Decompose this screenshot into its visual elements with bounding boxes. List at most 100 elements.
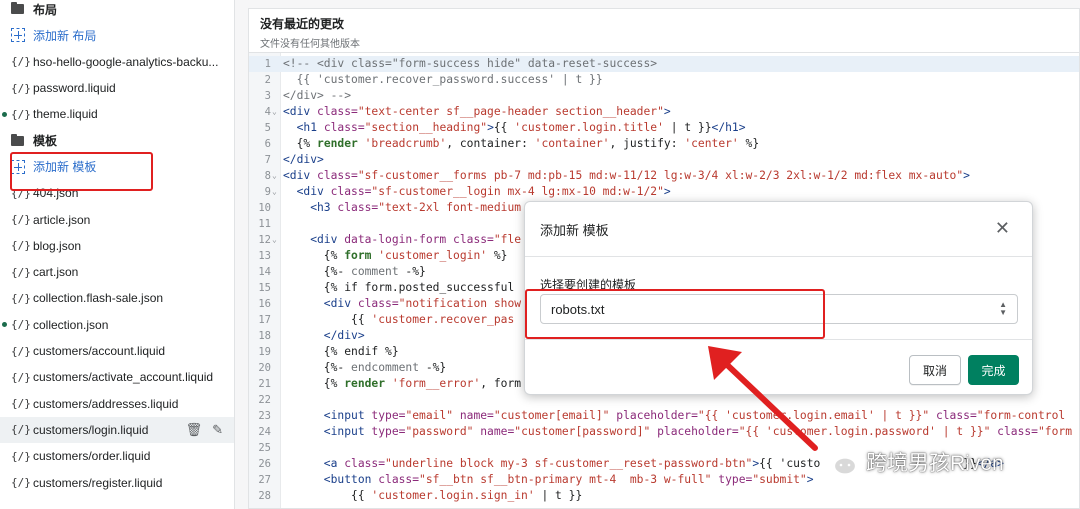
sidebar-add-1[interactable]: 添加新 布局 (0, 22, 234, 48)
code-line[interactable]: 4 ⌄ <div class="text-center sf__page-heade… (249, 104, 1079, 120)
code-line[interactable]: 5 <h1 class="section__heading">{{ 'custo… (249, 120, 1079, 136)
code-line[interactable]: 9 ⌄ <div class="sf-customer__login mx-4 l… (249, 184, 1079, 200)
select-highlight-box (525, 289, 825, 339)
code-text: {%- endcomment -%} (283, 361, 447, 374)
row-actions: 🗑 ✎ (186, 422, 223, 438)
modified-dot-icon (2, 111, 7, 117)
code-text: {{ 'customer.recover_pas (283, 313, 515, 326)
line-number: 26 (258, 458, 271, 470)
sidebar-file-collection-flash-sale-json[interactable]: {/} collection.flash-sale.json (0, 285, 234, 311)
line-number: 25 (258, 442, 271, 454)
sidebar-file-collection-json[interactable]: {/} collection.json (0, 312, 234, 338)
sidebar-file-customers-order-liquid[interactable]: {/} customers/order.liquid (0, 443, 234, 469)
file-sidebar: 布局添加新 布局 {/} hso-hello-google-analytics-ba… (0, 0, 235, 509)
line-number: 21 (258, 378, 271, 390)
fold-chevron-icon[interactable]: ⌄ (272, 168, 277, 184)
code-line[interactable]: 24 <input type="password" name="customer… (249, 424, 1079, 440)
line-number: 11 (258, 218, 271, 230)
code-text: <!-- <div class="form-success hide" data… (283, 57, 658, 70)
line-number: 27 (258, 474, 271, 486)
modified-dot-icon (2, 322, 7, 328)
sidebar-item-label: customers/register.liquid (33, 475, 163, 490)
sidebar-item-label: 布局 (33, 2, 58, 17)
editor-title: 没有最近的更改 (260, 17, 345, 31)
code-text: {% endif %} (283, 345, 399, 358)
code-text: <div class="text-center sf__page-header … (283, 105, 671, 118)
code-file-icon: {/} (11, 107, 31, 121)
watermark: 跨境男孩Riven (820, 447, 1004, 477)
code-text: <div class="sf-customer__forms pb-7 md:p… (283, 169, 970, 182)
code-text: <h3 class="text-2xl font-medium (283, 201, 522, 214)
editor-subtitle: 文件没有任何其他版本 (260, 39, 360, 50)
editor-header: 没有最近的更改 文件没有任何其他版本 (248, 8, 1080, 52)
sidebar-item-label: theme.liquid (33, 107, 98, 122)
code-file-icon: {/} (11, 81, 31, 95)
add-template-highlight-box (10, 152, 153, 191)
sidebar-file-password-liquid[interactable]: {/} password.liquid (0, 75, 234, 101)
sidebar-item-label: customers/account.liquid (33, 344, 166, 359)
code-line[interactable]: 28 {{ 'customer.login.sign_in' | t }} (249, 488, 1079, 504)
code-text: {%- comment -%} (283, 265, 426, 278)
code-text: <div data-login-form class="fle (283, 233, 522, 246)
sidebar-file-hso-hello-google-analytics-backu[interactable]: {/} hso-hello-google-analytics-backu... (0, 49, 234, 75)
sidebar-file-blog-json[interactable]: {/} blog.json (0, 233, 234, 259)
sidebar-file-customers-login-liquid[interactable]: {/} customers/login.liquid 🗑 ✎ (0, 416, 234, 444)
line-number: 2 (264, 74, 271, 86)
sidebar-file-cart-json[interactable]: {/} cart.json (0, 259, 234, 285)
sidebar-folder-0[interactable]: 布局 (0, 0, 234, 22)
code-line[interactable]: 3 </div> --> (249, 88, 1079, 104)
code-file-icon: {/} (11, 370, 31, 384)
code-file-icon: {/} (11, 423, 31, 437)
sidebar-file-customers-activate-account-liquid[interactable]: {/} customers/activate_account.liquid (0, 364, 234, 390)
line-number: 13 (258, 250, 271, 262)
code-text: {% if form.posted_successful (283, 281, 515, 294)
line-number: 9 (264, 186, 271, 198)
sidebar-file-customers-account-liquid[interactable]: {/} customers/account.liquid (0, 338, 234, 364)
code-line[interactable]: 2 {{ 'customer.recover_password.success'… (249, 72, 1079, 88)
sidebar-item-label: collection.flash-sale.json (33, 291, 164, 306)
add-file-icon (11, 28, 25, 43)
sidebar-item-label: customers/order.liquid (33, 449, 151, 464)
code-text: <div class="sf-customer__login mx-4 lg:m… (283, 185, 671, 198)
sidebar-file-customers-register-liquid[interactable]: {/} customers/register.liquid (0, 469, 234, 495)
code-file-icon: {/} (11, 449, 31, 463)
code-text: <input type="email" name="customer[email… (283, 409, 1066, 422)
done-button[interactable]: 完成 (968, 355, 1019, 385)
line-number: 15 (258, 282, 271, 294)
edit-icon[interactable]: ✎ (212, 422, 223, 438)
delete-icon[interactable]: 🗑 (186, 422, 203, 438)
code-line[interactable]: 6 {% render 'breadcrumb', container: 'co… (249, 136, 1079, 152)
sidebar-file-theme-liquid[interactable]: {/} theme.liquid (0, 101, 234, 127)
code-text: {% render 'breadcrumb', container: 'cont… (283, 137, 760, 150)
code-text: {% form 'customer_login' %} (283, 249, 508, 262)
sidebar-item-label: 添加新 布局 (33, 28, 97, 43)
code-line[interactable]: 23 <input type="email" name="customer[em… (249, 408, 1079, 424)
code-file-icon: {/} (11, 476, 31, 490)
code-line[interactable]: 1 <!-- <div class="form-success hide" dat… (249, 56, 1079, 72)
code-file-icon: {/} (11, 213, 31, 227)
sidebar-item-label: customers/login.liquid (33, 422, 149, 437)
code-text: <input type="password" name="customer[pa… (283, 425, 1072, 438)
close-icon[interactable]: ✕ (995, 218, 1010, 238)
code-text: {{ 'customer.login.sign_in' | t }} (283, 489, 583, 502)
fold-chevron-icon[interactable]: ⌄ (272, 232, 277, 248)
sidebar-item-label: collection.json (33, 317, 109, 332)
sidebar-file-article-json[interactable]: {/} article.json (0, 206, 234, 232)
fold-chevron-icon[interactable]: ⌄ (272, 104, 277, 120)
select-chevron-icon: ▲ ▼ (999, 300, 1007, 317)
code-file-icon: {/} (11, 291, 31, 305)
code-line[interactable]: 8 ⌄ <div class="sf-customer__forms pb-7 md… (249, 168, 1079, 184)
line-number: 12 (258, 234, 271, 246)
fold-chevron-icon[interactable]: ⌄ (272, 184, 277, 200)
code-text: </div> (283, 329, 365, 342)
line-number: 22 (258, 394, 271, 406)
code-file-icon: {/} (11, 397, 31, 411)
sidebar-file-customers-addresses-liquid[interactable]: {/} customers/addresses.liquid (0, 391, 234, 417)
sidebar-folder-5[interactable]: 模板 (0, 128, 234, 154)
line-number: 20 (258, 362, 271, 374)
modal-header: 添加新 模板 (525, 202, 1032, 257)
cancel-button[interactable]: 取消 (909, 355, 961, 385)
folder-icon (11, 133, 24, 146)
code-line[interactable]: 7 </div> (249, 152, 1079, 168)
code-file-icon: {/} (11, 344, 31, 358)
